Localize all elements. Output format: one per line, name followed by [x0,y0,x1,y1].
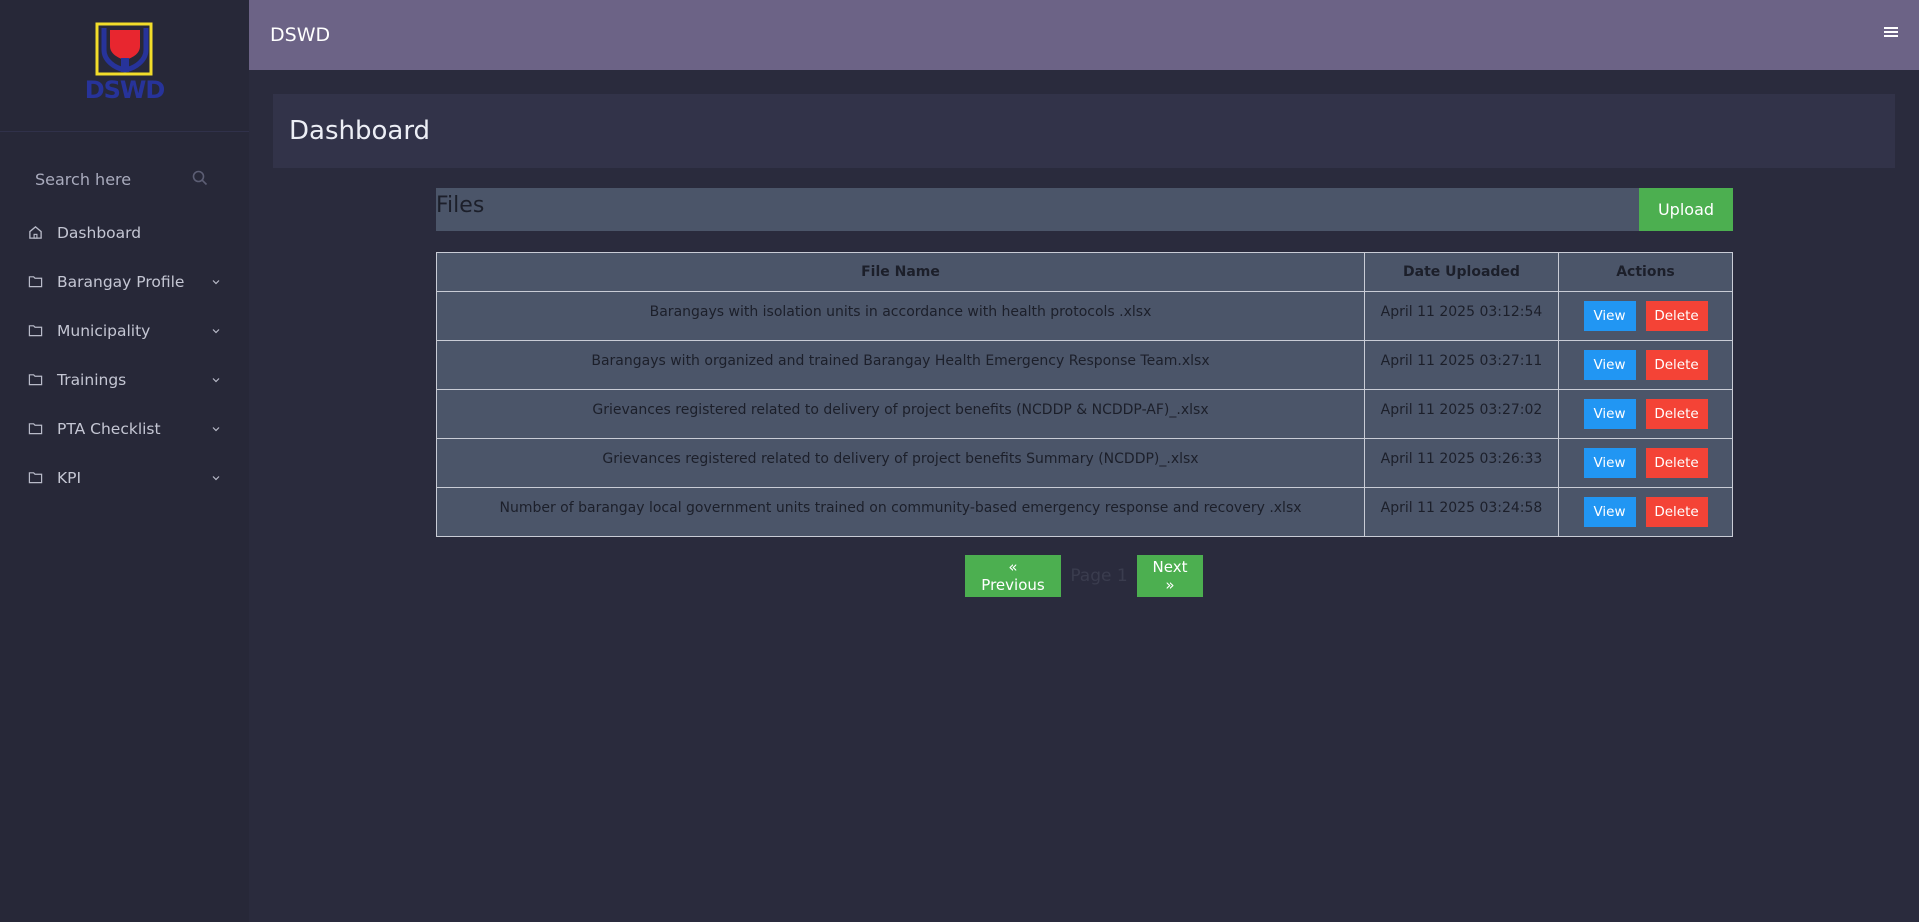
actions-cell: View Delete [1558,340,1733,390]
date-uploaded-cell: April 11 2025 03:27:11 [1364,340,1559,390]
upload-button[interactable]: Upload [1639,188,1733,231]
sidebar-item-label: PTA Checklist [57,419,161,438]
logo-area: DSWD [0,0,249,132]
date-uploaded-cell: April 11 2025 03:24:58 [1364,487,1559,537]
table-row: Number of barangay local government unit… [436,487,1733,537]
view-button[interactable]: View [1583,497,1636,527]
view-button[interactable]: View [1583,448,1636,478]
sidebar-item-trainings[interactable]: Trainings [0,355,249,404]
files-title: Files [436,193,485,218]
column-header-date-uploaded: Date Uploaded [1364,252,1559,292]
view-button[interactable]: View [1583,399,1636,429]
actions-cell: View Delete [1558,291,1733,341]
sidebar-item-label: Barangay Profile [57,272,185,291]
chevron-down-icon [212,328,220,333]
sidebar-item-dashboard[interactable]: Dashboard [0,208,249,257]
file-name-cell: Barangays with organized and trained Bar… [436,340,1365,390]
file-name-cell: Barangays with isolation units in accord… [436,291,1365,341]
delete-button[interactable]: Delete [1645,399,1708,429]
file-name-cell: Grievances registered related to deliver… [436,389,1365,439]
sidebar-item-label: KPI [57,468,82,487]
actions-cell: View Delete [1558,487,1733,537]
sidebar-item-municipality[interactable]: Municipality [0,306,249,355]
delete-button[interactable]: Delete [1645,448,1708,478]
folder-icon [28,374,43,386]
sidebar-item-label: Municipality [57,321,151,340]
date-uploaded-cell: April 11 2025 03:26:33 [1364,438,1559,488]
sidebar-item-label: Trainings [57,370,127,389]
actions-cell: View Delete [1558,389,1733,439]
page-title: Dashboard [289,116,431,146]
hamburger-menu-icon[interactable] [1883,25,1899,39]
file-name-cell: Number of barangay local government unit… [436,487,1365,537]
table-row: Barangays with isolation units in accord… [436,291,1733,341]
delete-button[interactable]: Delete [1645,301,1708,331]
table-row: Grievances registered related to deliver… [436,389,1733,439]
sidebar-item-pta-checklist[interactable]: PTA Checklist [0,404,249,453]
folder-icon [28,276,43,288]
sidebar-item-label: Dashboard [57,223,142,242]
folder-icon [28,423,43,435]
chevron-down-icon [212,377,220,382]
actions-cell: View Delete [1558,438,1733,488]
view-button[interactable]: View [1583,350,1636,380]
sidebar-nav: Dashboard Barangay Profile Municipality [0,208,249,502]
table-row: Grievances registered related to deliver… [436,438,1733,488]
sidebar-search [24,158,225,200]
view-button[interactable]: View [1583,301,1636,331]
search-icon[interactable] [191,169,209,187]
topbar: DSWD [249,0,1919,70]
date-uploaded-cell: April 11 2025 03:27:02 [1364,389,1559,439]
sidebar-item-kpi[interactable]: KPI [0,453,249,502]
next-page-button[interactable]: Next » [1137,555,1203,597]
sidebar-item-barangay-profile[interactable]: Barangay Profile [0,257,249,306]
folder-icon [28,472,43,484]
dswd-logo[interactable]: DSWD [82,22,168,110]
file-name-cell: Grievances registered related to deliver… [436,438,1365,488]
logo-text: DSWD [84,75,166,104]
delete-button[interactable]: Delete [1645,497,1708,527]
chevron-down-icon [212,279,220,284]
home-icon [29,226,42,239]
chevron-down-icon [212,426,220,431]
page-indicator: Page 1 [1070,566,1128,586]
column-header-file-name: File Name [436,252,1365,292]
column-header-actions: Actions [1558,252,1733,292]
files-table: File Name Date Uploaded Actions Barangay… [436,252,1733,537]
folder-icon [28,325,43,337]
page-header: Dashboard [273,94,1895,168]
brand-title: DSWD [270,24,331,46]
chevron-down-icon [212,475,220,480]
pagination: « Previous Page 1 Next » [965,555,1203,597]
previous-page-button[interactable]: « Previous [965,555,1061,597]
sidebar: DSWD Dashboard Barangay Profile [0,0,249,922]
files-header: Files Upload [436,188,1733,231]
table-row: Barangays with organized and trained Bar… [436,340,1733,390]
delete-button[interactable]: Delete [1645,350,1708,380]
date-uploaded-cell: April 11 2025 03:12:54 [1364,291,1559,341]
table-header-row: File Name Date Uploaded Actions [436,252,1733,292]
